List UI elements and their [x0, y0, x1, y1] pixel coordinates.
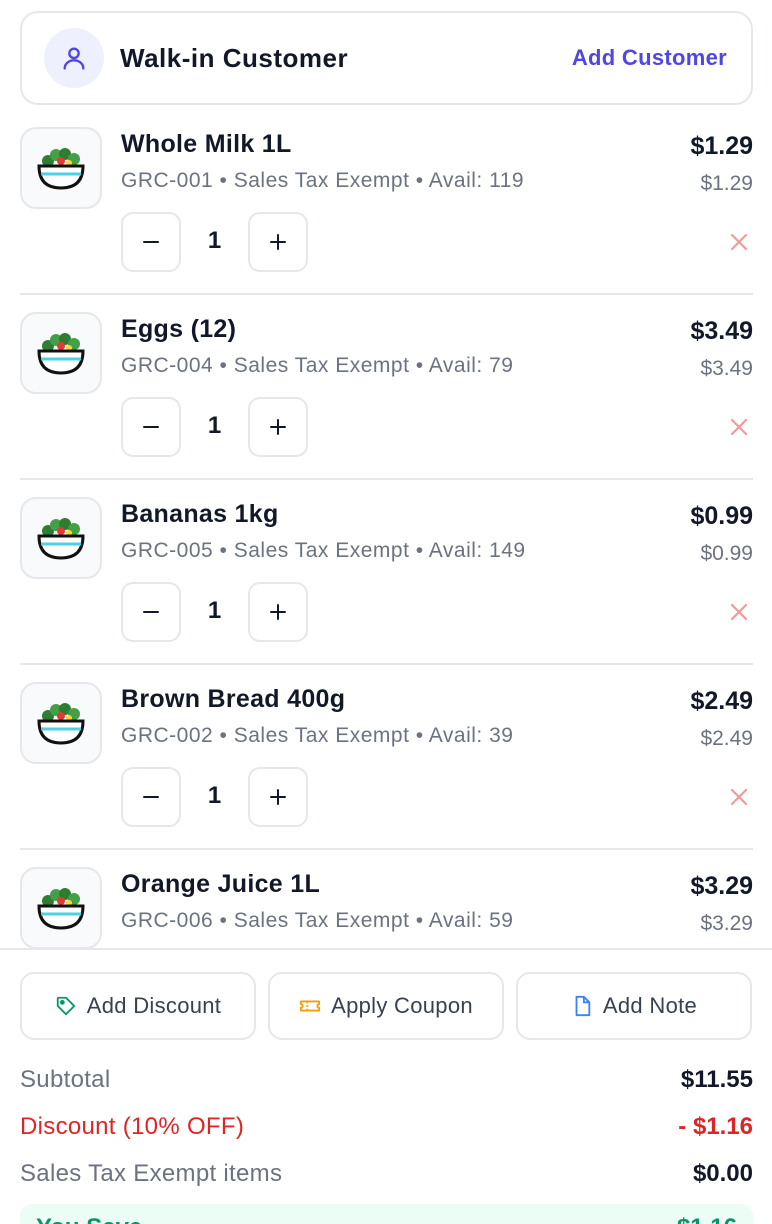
add-customer-button[interactable]: Add Customer — [572, 45, 727, 71]
item-unit-price: $1.29 — [700, 172, 753, 195]
minus-icon — [143, 611, 159, 613]
close-icon — [730, 788, 748, 806]
savings-bar: You Save $1.16 — [20, 1204, 753, 1224]
salad-bowl-icon — [37, 148, 85, 190]
increase-quantity-button[interactable] — [248, 212, 308, 272]
quantity-value: 1 — [207, 227, 222, 254]
item-name: Brown Bread 400g — [121, 685, 346, 713]
savings-value: $1.16 — [677, 1214, 737, 1224]
tag-icon — [56, 996, 75, 1016]
minus-icon — [143, 426, 159, 428]
item-name: Whole Milk 1L — [121, 130, 292, 158]
cart-list: Whole Milk 1L GRC-001 • Sales Tax Exempt… — [20, 110, 753, 948]
discount-label: Discount (10% OFF) — [20, 1113, 245, 1140]
item-name: Bananas 1kg — [121, 500, 279, 528]
product-thumbnail — [20, 312, 102, 394]
add-discount-label: Add Discount — [86, 993, 222, 1018]
salad-bowl-icon — [37, 703, 85, 745]
product-thumbnail — [20, 497, 102, 579]
remove-item-button[interactable] — [727, 415, 751, 439]
decrease-quantity-button[interactable] — [121, 397, 181, 457]
add-note-button[interactable]: Add Note — [516, 972, 752, 1040]
tax-row: Sales Tax Exempt items $0.00 — [20, 1160, 753, 1188]
discount-row: Discount (10% OFF) - $1.16 — [20, 1113, 753, 1141]
salad-bowl-icon — [37, 518, 85, 560]
add-note-label: Add Note — [602, 993, 698, 1018]
product-thumbnail — [20, 867, 102, 948]
quantity-value: 1 — [207, 412, 222, 439]
subtotal-label: Subtotal — [20, 1066, 111, 1093]
close-icon — [730, 418, 748, 436]
item-meta: GRC-005 • Sales Tax Exempt • Avail: 149 — [121, 539, 526, 562]
decrease-quantity-button[interactable] — [121, 212, 181, 272]
increase-quantity-button[interactable] — [248, 397, 308, 457]
item-price: $3.29 — [690, 872, 753, 900]
cart-item: Eggs (12) GRC-004 • Sales Tax Exempt • A… — [20, 295, 753, 480]
decrease-quantity-button[interactable] — [121, 582, 181, 642]
quantity-value: 1 — [207, 782, 222, 809]
subtotal-value: $11.55 — [680, 1066, 753, 1093]
remove-item-button[interactable] — [727, 600, 751, 624]
customer-name: Walk-in Customer — [120, 42, 349, 73]
item-meta: GRC-002 • Sales Tax Exempt • Avail: 39 — [121, 724, 514, 747]
close-icon — [730, 233, 748, 251]
actions-divider — [0, 948, 772, 950]
decrease-quantity-button[interactable] — [121, 767, 181, 827]
customer-card: Walk-in Customer Add Customer — [20, 11, 753, 105]
remove-item-button[interactable] — [727, 230, 751, 254]
item-unit-price: $2.49 — [700, 727, 753, 750]
item-meta: GRC-004 • Sales Tax Exempt • Avail: 79 — [121, 354, 514, 377]
apply-coupon-button[interactable]: Apply Coupon — [268, 972, 504, 1040]
close-icon — [730, 603, 748, 621]
quantity-value: 1 — [207, 597, 222, 624]
plus-icon — [270, 604, 286, 620]
plus-icon — [270, 789, 286, 805]
salad-bowl-icon — [37, 333, 85, 375]
cart-item: Whole Milk 1L GRC-001 • Sales Tax Exempt… — [20, 110, 753, 295]
item-unit-price: $0.99 — [700, 542, 753, 565]
increase-quantity-button[interactable] — [248, 767, 308, 827]
cart-item: Bananas 1kg GRC-005 • Sales Tax Exempt •… — [20, 480, 753, 665]
subtotal-row: Subtotal $11.55 — [20, 1066, 753, 1094]
item-price: $3.49 — [690, 317, 753, 345]
discount-value: - $1.16 — [678, 1113, 753, 1140]
item-meta: GRC-001 • Sales Tax Exempt • Avail: 119 — [121, 169, 525, 192]
item-name: Orange Juice 1L — [121, 870, 321, 898]
cart-item: Brown Bread 400g GRC-002 • Sales Tax Exe… — [20, 665, 753, 850]
document-icon — [575, 995, 591, 1017]
ticket-icon — [300, 1000, 321, 1012]
remove-item-button[interactable] — [727, 785, 751, 809]
item-price: $1.29 — [690, 132, 753, 160]
tax-label: Sales Tax Exempt items — [20, 1160, 283, 1187]
minus-icon — [143, 241, 159, 243]
item-price: $0.99 — [690, 502, 753, 530]
minus-icon — [143, 796, 159, 798]
cart-item: Orange Juice 1L GRC-006 • Sales Tax Exem… — [20, 850, 753, 948]
user-icon — [63, 47, 85, 70]
item-unit-price: $3.49 — [700, 357, 753, 380]
add-discount-button[interactable]: Add Discount — [20, 972, 256, 1040]
item-name: Eggs (12) — [121, 315, 237, 343]
plus-icon — [270, 419, 286, 435]
customer-avatar — [44, 28, 104, 88]
item-unit-price: $3.29 — [700, 912, 753, 935]
item-meta: GRC-006 • Sales Tax Exempt • Avail: 59 — [121, 909, 514, 932]
savings-label: You Save — [36, 1214, 142, 1224]
plus-icon — [270, 234, 286, 250]
product-thumbnail — [20, 127, 102, 209]
tax-value: $0.00 — [692, 1160, 753, 1187]
increase-quantity-button[interactable] — [248, 582, 308, 642]
apply-coupon-label: Apply Coupon — [331, 993, 473, 1018]
item-price: $2.49 — [690, 687, 753, 715]
product-thumbnail — [20, 682, 102, 764]
salad-bowl-icon — [37, 888, 85, 930]
